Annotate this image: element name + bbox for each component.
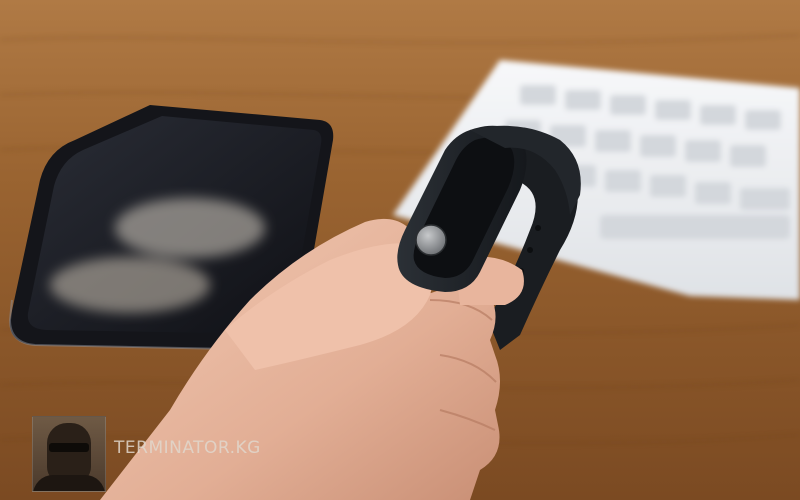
terminator-portrait-logo-icon [32, 416, 106, 492]
photo-scene: TERMINATOR.KG [0, 0, 800, 500]
watermark-text: TERMINATOR.KG [114, 438, 261, 458]
watermark: TERMINATOR.KG [32, 416, 261, 492]
